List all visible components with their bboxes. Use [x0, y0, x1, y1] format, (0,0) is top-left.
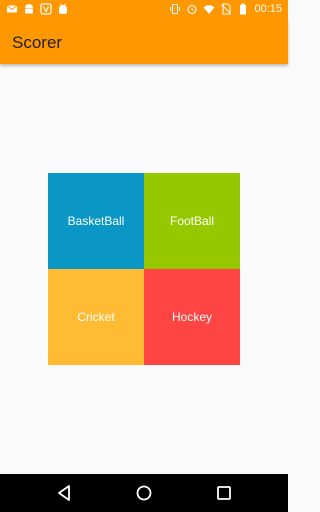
android-debug-icon	[59, 3, 67, 14]
battery-icon	[240, 3, 247, 15]
status-bar: 00:15	[0, 0, 288, 20]
hockey-label: Hockey	[171, 310, 212, 324]
navigation-bar	[0, 474, 288, 512]
cricket-tile[interactable]: Cricket	[48, 269, 144, 365]
android-icon	[25, 4, 33, 14]
football-tile[interactable]: FootBall	[144, 173, 240, 269]
alarm-icon	[187, 4, 198, 15]
status-right-icons: 00:15	[169, 2, 282, 16]
app-title: Scorer	[12, 33, 63, 52]
hockey-tile[interactable]: Hockey	[144, 269, 240, 365]
vpn-icon	[40, 3, 52, 15]
app-screen: 00:15 Scorer BasketBall FootBall Cricket…	[0, 0, 288, 512]
status-time: 00:15	[254, 3, 282, 15]
app-bar: Scorer	[0, 20, 288, 64]
sports-grid: BasketBall FootBall Cricket Hockey	[48, 173, 240, 365]
basketball-label: BasketBall	[67, 214, 125, 228]
wifi-icon	[203, 5, 215, 14]
home-icon[interactable]	[134, 483, 154, 503]
no-sim-icon	[221, 3, 232, 15]
football-label: FootBall	[169, 214, 215, 228]
basketball-tile[interactable]: BasketBall	[48, 173, 144, 269]
back-icon[interactable]	[54, 483, 74, 503]
cricket-label: Cricket	[77, 310, 115, 324]
recents-icon[interactable]	[214, 483, 234, 503]
mail-icon	[6, 5, 18, 13]
status-left-icons	[6, 3, 69, 15]
vibrate-icon	[170, 4, 181, 14]
